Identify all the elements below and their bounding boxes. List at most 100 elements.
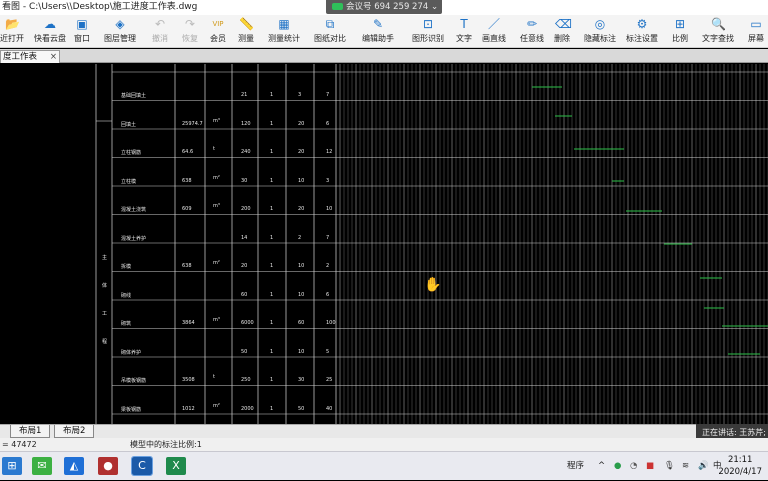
task-workers: 3	[298, 92, 302, 98]
edit-assistant-icon: ✎	[372, 17, 384, 31]
toolbar-button-shape-recognize[interactable]: ⊡ 图形识别	[412, 17, 444, 47]
coordinate-readout: = 47472	[2, 440, 37, 449]
task-workload: 14	[241, 234, 248, 241]
tray-label[interactable]: 程序	[567, 452, 584, 481]
task-name: 混凝土浇筑	[121, 207, 147, 213]
task-duration: 6	[326, 291, 330, 298]
task-unit: t	[213, 374, 215, 380]
status-bar: = 47472 模型中的标注比例:1	[0, 438, 768, 451]
toolbar-button-scale[interactable]: ⊞ 比例	[672, 17, 688, 47]
meeting-app-icon[interactable]: ◭	[64, 457, 84, 475]
task-workload: 240	[241, 149, 251, 155]
task-quantity: 25974.7	[182, 120, 203, 127]
task-workers: 50	[298, 405, 305, 412]
task-quantity: 3508	[182, 377, 195, 383]
recorder-icon[interactable]: ●	[98, 457, 118, 475]
task-crew: 1	[270, 348, 274, 355]
section-label-char: 工	[102, 311, 108, 317]
system-clock[interactable]: 21:11 2020/4/17	[718, 454, 762, 478]
task-workload: 30	[241, 177, 248, 184]
document-tab[interactable]: 度工作表 ×	[0, 50, 60, 63]
main-toolbar: 📂 近打开 ☁ 快看云盘 ▣ 窗口 ◈ 图层管理 ↶ 撤消 ↷ 恢复 VIP 会员 📏 测量 ▦ 测量统计 ⧉ 图纸对…	[0, 15, 768, 48]
task-workers: 2	[298, 234, 302, 241]
task-crew: 1	[270, 120, 274, 127]
cad-viewer-icon[interactable]: C	[131, 456, 153, 476]
task-crew: 1	[270, 206, 274, 212]
toolbar-button-text[interactable]: T 文字	[456, 17, 472, 47]
microphone-icon[interactable]: 🎙	[664, 452, 675, 481]
task-workload: 250	[241, 377, 251, 383]
task-workload: 60	[241, 291, 248, 298]
toolbar-button-label: 文字查找	[702, 34, 734, 43]
task-quantity: 64.6	[182, 149, 194, 155]
toolbar-button-line[interactable]: ／ 画直线	[482, 17, 506, 47]
task-workers: 20	[298, 149, 305, 155]
toolbar-button-undo[interactable]: ↶ 撤消	[152, 17, 168, 47]
task-quantity: 609	[182, 206, 192, 212]
task-workload: 20	[241, 263, 248, 269]
measure-stats-icon: ▦	[278, 17, 290, 31]
task-name: 砌线	[121, 292, 132, 299]
toolbar-button-eraser[interactable]: ⌫ 删除	[554, 17, 572, 47]
toolbar-button-label: 屏幕	[748, 34, 764, 43]
task-duration: 6	[326, 120, 330, 127]
task-quantity: 1012	[182, 405, 195, 412]
task-quantity: 3864	[182, 320, 195, 326]
chevron-down-icon[interactable]: ⌄	[431, 2, 438, 12]
meeting-status-icon	[332, 3, 343, 10]
toolbar-button-label: 文字	[456, 34, 472, 43]
task-unit: m³	[213, 117, 220, 124]
toolbar-button-freehand[interactable]: ✏ 任意线	[520, 17, 544, 47]
toolbar-button-label: 标注设置	[626, 34, 658, 43]
toolbar-button-compare[interactable]: ⧉ 图纸对比	[314, 17, 346, 47]
task-workload: 200	[241, 206, 251, 212]
toolbar-button-folder[interactable]: 📂 近打开	[0, 17, 24, 47]
toolbar-button-label: 隐藏标注	[584, 34, 616, 43]
wifi-icon[interactable]: ≋	[682, 452, 689, 481]
toolbar-button-label: 图纸对比	[314, 34, 346, 43]
volume-icon[interactable]: 🔊	[698, 452, 709, 481]
network-icon[interactable]: ◔	[630, 452, 637, 481]
vip-icon: VIP	[212, 20, 224, 28]
task-workers: 10	[298, 177, 305, 184]
toolbar-button-hide-annotation[interactable]: ◎ 隐藏标注	[584, 17, 616, 47]
toolbar-button-cloud[interactable]: ☁ 快看云盘	[34, 17, 66, 47]
toolbar-button-screen[interactable]: ▭ 屏幕	[748, 17, 764, 47]
toolbar-button-label: 删除	[554, 34, 570, 43]
toolbar-button-label: 图形识别	[412, 34, 444, 43]
layout-tab-2[interactable]: 布局2	[54, 425, 95, 438]
wechat-icon[interactable]: ✉	[32, 457, 52, 475]
close-icon[interactable]: ×	[50, 51, 57, 63]
toolbar-button-redo[interactable]: ↷ 恢复	[182, 17, 198, 47]
task-crew: 1	[270, 149, 274, 155]
drawing-canvas[interactable]: ✋ 基础回填土 21 1 3 7 回填土 25974.7 m³ 120 1 20 6 立柱钢筋 64.6 t…	[0, 64, 768, 424]
layout-tab-1[interactable]: 布局1	[10, 425, 51, 438]
task-workers: 20	[298, 120, 305, 127]
section-label-char: 程	[102, 339, 108, 345]
toolbar-button-annotation-settings[interactable]: ⚙ 标注设置	[626, 17, 658, 47]
task-unit: m²	[213, 260, 220, 266]
task-name: 拆模	[121, 264, 132, 270]
document-tab-label: 度工作表	[3, 52, 38, 62]
task-name: 基础回填土	[121, 93, 147, 99]
toolbar-button-layers[interactable]: ◈ 图层管理	[104, 17, 136, 47]
task-workload: 120	[241, 120, 251, 127]
toolbar-button-edit-assistant[interactable]: ✎ 编辑助手	[362, 17, 394, 47]
toolbar-button-label: 测量统计	[268, 34, 300, 43]
task-name: 立柱模	[121, 178, 137, 185]
toolbar-button-measure-stats[interactable]: ▦ 测量统计	[268, 17, 300, 47]
toolbar-button-window[interactable]: ▣ 窗口	[74, 17, 90, 47]
task-quantity: 638	[182, 177, 192, 184]
toolbar-button-text-search[interactable]: 🔍 文字查找	[702, 17, 734, 47]
toolbar-button-measure[interactable]: 📏 测量	[238, 17, 254, 47]
task-crew: 1	[270, 92, 274, 98]
wechat-tray-icon[interactable]: ●	[614, 452, 621, 481]
app-tray-icon[interactable]: ■	[646, 452, 654, 481]
taskbar: ⊞ ✉ ◭ ● C X 程序 ^ ● ◔ ■ 🎙 ≋ 🔊 中 21:11 202…	[0, 451, 768, 480]
start-icon[interactable]: ⊞	[2, 457, 22, 475]
meeting-banner[interactable]: 会议号 694 259 274 ⌄	[326, 0, 442, 14]
toolbar-button-label: 任意线	[520, 34, 544, 43]
toolbar-button-vip[interactable]: VIP 会员	[210, 17, 226, 47]
chevron-up-icon[interactable]: ^	[598, 452, 605, 481]
excel-icon[interactable]: X	[166, 457, 186, 475]
